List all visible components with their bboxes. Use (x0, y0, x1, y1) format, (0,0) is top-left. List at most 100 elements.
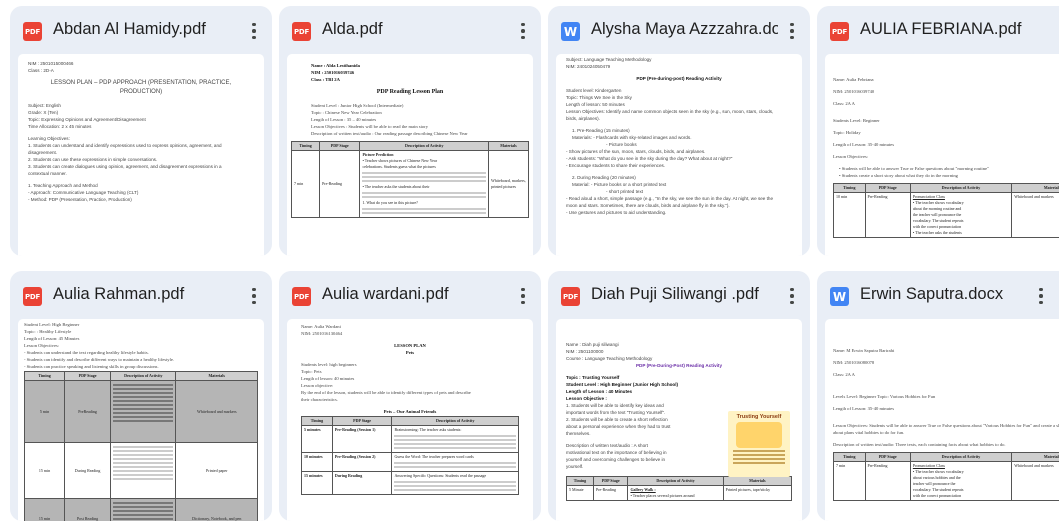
table-header: Materials (722, 476, 793, 486)
file-card-header[interactable]: PDF Diah Puji Siliwangi .pdf (548, 271, 810, 319)
file-thumbnail[interactable]: Name: Aulia Febriana NIM: 2501016039740 … (825, 54, 1059, 256)
table-header: Timing (833, 452, 866, 462)
pdf-file-icon: PDF (830, 22, 849, 41)
file-grid: PDF Abdan Al Hamidy.pdf NIM : 2501015000… (0, 0, 1059, 525)
preview-text: 2. During Reading (20 minutes) (572, 175, 636, 180)
table-cell: 15 min (24, 498, 65, 521)
preview-text: - Read aloud a short, simple passage (e.… (566, 196, 774, 201)
preview-text: Length of lesson: 50 minutes (566, 102, 625, 107)
file-thumbnail[interactable]: Student Level: High Beginner Topic: : He… (18, 319, 264, 521)
file-card[interactable]: PDF Abdan Al Hamidy.pdf NIM : 2501015000… (10, 6, 272, 256)
table-cell: Whiteboard and markers (1011, 461, 1059, 501)
table-cell: Answering Specific Questions: Students r… (391, 471, 519, 495)
table-header: PDP Stage (592, 476, 629, 486)
table-cell: Picture Prediction • Teacher shows pictu… (359, 150, 489, 218)
preview-text: Name: Aulia Febriana (833, 77, 874, 82)
table-cell: Pre-Reading (864, 192, 911, 238)
file-thumbnail[interactable]: Name: Aulia Wardani NIM: 2501016130464 L… (287, 319, 533, 521)
preview-text: Subject: English (28, 103, 61, 108)
more-options-icon[interactable] (244, 18, 264, 44)
preview-title: PDP (Pre-during-post) Reading Activity (636, 76, 722, 81)
table-cell: During Reading (63, 442, 112, 499)
preview-text: - Approach: Communicative Language Teach… (28, 190, 139, 195)
more-options-icon[interactable] (782, 18, 802, 44)
preview-text: Lesson Objectives: Identify and name com… (566, 109, 774, 114)
preview-text: Length of Lesson: 35-40 minutes (833, 142, 894, 147)
preview-text: Topic: Holiday (833, 130, 861, 135)
preview-text: Levels Level: Beginner Topic: Various Ho… (833, 394, 936, 399)
file-name[interactable]: Aulia wardani.pdf (322, 285, 509, 304)
preview-text: Lesson Objectives: (24, 343, 60, 348)
preview-text: Name: M Erwin Saputra Barirahi (833, 348, 895, 353)
preview-text: NIM: 2501016130464 (301, 331, 343, 336)
file-card-header[interactable]: PDF Abdan Al Hamidy.pdf (10, 6, 272, 54)
file-card-header[interactable]: W Alysha Maya Azzzahra.docx (548, 6, 810, 54)
file-card[interactable]: W Erwin Saputra.docx Name: M Erwin Saput… (817, 271, 1059, 521)
pdf-file-icon: PDF (23, 287, 42, 306)
file-name[interactable]: Erwin Saputra.docx (860, 285, 1037, 304)
preview-text: Material: - Picture books or a short pri… (572, 182, 667, 187)
preview-text: Class : 2D-A (28, 68, 54, 73)
preview-text: Guess the Word: The teacher prepares wor… (394, 454, 474, 459)
file-thumbnail[interactable]: NIM : 2501015000466 Class : 2D-A LESSON … (18, 54, 264, 256)
preview-text: Lesson objective: (301, 383, 334, 388)
file-name[interactable]: AULIA FEBRIANA.pdf (860, 20, 1057, 39)
more-options-icon[interactable] (513, 18, 533, 44)
table-cell: 10 minutes (301, 452, 333, 472)
preview-text: NIM : 2501016039746 (311, 70, 355, 75)
file-card[interactable]: PDF Aulia wardani.pdf Name: Aulia Wardan… (279, 271, 541, 521)
table-header: Timing (24, 371, 65, 381)
preview-title: Pets (405, 350, 415, 355)
file-name[interactable]: Alysha Maya Azzzahra.docx (591, 20, 778, 39)
preview-text: with the correct pronunciation (912, 493, 962, 498)
table-header: Materials (488, 141, 529, 151)
file-card-header[interactable]: W Erwin Saputra.docx (817, 271, 1059, 319)
file-card[interactable]: PDF Aulia Rahman.pdf Student Level: High… (10, 271, 272, 521)
file-card[interactable]: W Alysha Maya Azzzahra.docx Subject: Lan… (548, 6, 810, 256)
file-name[interactable]: Diah Puji Siliwangi .pdf (591, 285, 778, 304)
file-card[interactable]: PDF AULIA FEBRIANA.pdf Name: Aulia Febri… (817, 6, 1059, 256)
table-header: PDP Stage (319, 141, 361, 151)
table-cell: Whiteboard and markers (175, 380, 258, 443)
file-thumbnail[interactable]: Name : Diah puji siliwangi NIM : 2501100… (556, 319, 802, 521)
preview-table: Timing PDP Stage Description of Activity… (833, 183, 1059, 238)
table-header: Description of Activity (110, 371, 177, 381)
preview-text: important words from the text "Trusting … (566, 410, 666, 415)
preview-text: Description of written text/audio: Three… (833, 442, 1006, 447)
table-cell: Post Reading (63, 498, 112, 521)
more-options-icon[interactable] (1031, 283, 1051, 309)
table-header: Materials (1011, 452, 1059, 462)
file-thumbnail[interactable]: Name: M Erwin Saputra Barirahi NIM: 2501… (825, 319, 1059, 521)
file-name[interactable]: Abdan Al Hamidy.pdf (53, 20, 240, 39)
preview-text: • The teacher asks the students (912, 230, 962, 235)
file-card[interactable]: PDF Alda.pdf Name : Alda Lestihanida NIM… (279, 6, 541, 256)
file-card-header[interactable]: PDF Aulia wardani.pdf (279, 271, 541, 319)
preview-text: - Use gestures and pictures to aid under… (566, 210, 667, 215)
preview-title: LESSON PLAN (394, 343, 426, 348)
file-card-header[interactable]: PDF AULIA FEBRIANA.pdf (817, 6, 1059, 54)
preview-text: Topic: : Healthy Lifestyle (24, 329, 72, 334)
table-header: Timing (301, 416, 333, 426)
preview-text: Student Level : High Beginner (Junior Hi… (566, 382, 679, 387)
table-cell: 5 minutes (301, 425, 333, 453)
preview-text: - Encourage students to share their expe… (566, 163, 666, 168)
table-cell: Pre-Reading (319, 150, 361, 218)
more-options-icon[interactable] (513, 283, 533, 309)
pdf-file-icon: PDF (561, 287, 580, 306)
file-name[interactable]: Alda.pdf (322, 20, 509, 39)
file-card-header[interactable]: PDF Aulia Rahman.pdf (10, 271, 272, 319)
file-card[interactable]: PDF Diah Puji Siliwangi .pdf Name : Diah… (548, 271, 810, 521)
table-header: Description of Activity (909, 452, 1013, 462)
preview-text: Topic: Expressing Opinions and Agreement… (28, 117, 146, 122)
more-options-icon[interactable] (782, 283, 802, 309)
file-thumbnail[interactable]: Name : Alda Lestihanida NIM : 2501016039… (287, 54, 533, 256)
more-options-icon[interactable] (244, 283, 264, 309)
preview-text: about a personal experience when they ha… (566, 424, 671, 429)
preview-text: Brainstorming: The teacher asks students… (394, 427, 462, 432)
preview-table: Timing PDP Stage Description of Activity… (24, 371, 258, 521)
table-cell: Brainstorming: The teacher asks students… (391, 425, 519, 453)
file-name[interactable]: Aulia Rahman.pdf (53, 285, 240, 304)
file-card-header[interactable]: PDF Alda.pdf (279, 6, 541, 54)
file-thumbnail[interactable]: Subject: Language Teaching Methodology N… (556, 54, 802, 256)
table-cell (110, 380, 177, 443)
